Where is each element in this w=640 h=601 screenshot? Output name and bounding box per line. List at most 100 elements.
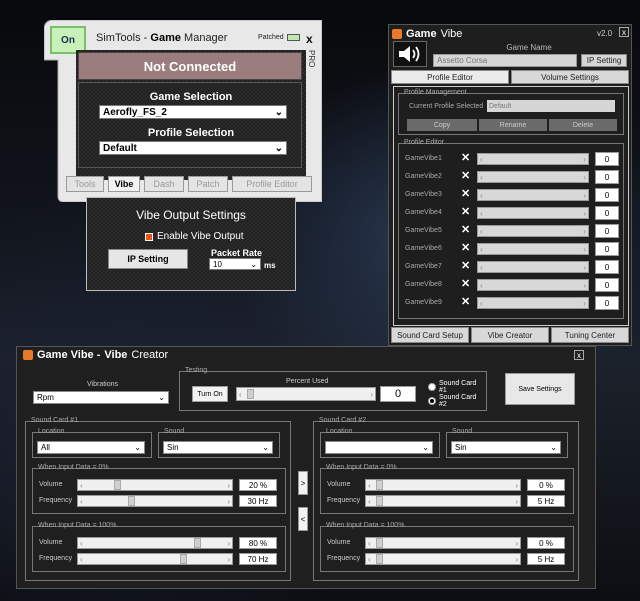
ip-setting-button[interactable]: IP Setting (108, 249, 188, 269)
game-vibe-row-name: GameVibe9 (405, 299, 442, 306)
game-vibe-slider[interactable]: ‹ › (477, 261, 589, 273)
profile-selection-combo[interactable]: Default ⌄ (99, 141, 287, 155)
copy-to-right-button[interactable]: > (298, 471, 308, 495)
tab-tools[interactable]: Tools (66, 176, 104, 192)
volume-0-value: 0 % (527, 479, 565, 491)
tab-vibe[interactable]: Vibe (108, 176, 140, 192)
copy-button[interactable]: Copy (407, 119, 477, 131)
disable-x-icon[interactable]: ✕ (461, 277, 470, 290)
location-combo[interactable]: All ⌄ (37, 441, 145, 454)
slider-thumb[interactable] (376, 480, 383, 490)
vibe-creator-title: Game Vibe - Vibe Creator (23, 349, 168, 361)
percent-used-value: 0 (380, 386, 416, 402)
manager-tab-bar: Tools Vibe Dash Patch Profile Editor (66, 176, 316, 194)
vibrations-combo[interactable]: Rpm ⌄ (33, 391, 169, 404)
game-vibe-row: GameVibe7 ✕ ‹ › 0 (399, 260, 623, 274)
profile-selection-label: Profile Selection (147, 127, 235, 139)
tab-profile-editor[interactable]: Profile Editor (232, 176, 312, 192)
profile-selection-value: Default (103, 142, 137, 154)
packet-rate-label: Packet Rate (211, 248, 263, 258)
turn-on-button[interactable]: Turn On (192, 386, 228, 402)
disable-x-icon[interactable]: ✕ (461, 223, 470, 236)
game-vibe-slider[interactable]: ‹ › (477, 153, 589, 165)
game-vibe-close-button[interactable]: x (619, 27, 629, 37)
location-combo[interactable]: ⌄ (325, 441, 433, 454)
slider-thumb[interactable] (376, 496, 383, 506)
slider-thumb[interactable] (193, 538, 201, 548)
input-0-label: When Input Data = 0% (38, 464, 109, 471)
enable-vibe-output-checkbox[interactable]: Enable Vibe Output (145, 231, 244, 242)
frequency-0-slider[interactable]: ‹ › (77, 495, 233, 507)
chevron-down-icon: ⌄ (250, 259, 257, 269)
game-vibe-slider[interactable]: ‹ › (477, 189, 589, 201)
chevron-left-icon: ‹ (480, 154, 483, 164)
sound-label: Sound (452, 428, 473, 435)
chevron-right-icon: › (227, 538, 230, 548)
frequency-0-slider[interactable]: ‹ › (365, 495, 521, 507)
sound-card-2-group: Sound Card #2 Location ⌄ Sound Sin ⌄ When… (313, 417, 579, 581)
volume-0-value: 20 % (239, 479, 277, 491)
slider-thumb[interactable] (376, 538, 383, 548)
game-vibe-ip-setting-button[interactable]: IP Setting (581, 54, 627, 67)
sound-card-1-radio[interactable]: Sound Card #1 (428, 380, 486, 394)
game-vibe-row-value: 0 (595, 188, 619, 202)
volume-0-slider[interactable]: ‹ › (77, 479, 233, 491)
disable-x-icon[interactable]: ✕ (461, 187, 470, 200)
slider-thumb[interactable] (247, 389, 254, 399)
game-vibe-slider[interactable]: ‹ › (477, 171, 589, 183)
sound-combo[interactable]: Sin ⌄ (451, 441, 561, 454)
tab-dash[interactable]: Dash (144, 176, 184, 192)
game-vibe-slider[interactable]: ‹ › (477, 207, 589, 219)
disable-x-icon[interactable]: ✕ (461, 151, 470, 164)
vibe-creator-close-button[interactable]: x (574, 350, 584, 360)
copy-to-left-button[interactable]: < (298, 507, 308, 531)
game-vibe-slider[interactable]: ‹ › (477, 279, 589, 291)
tab-vibe-creator[interactable]: Vibe Creator (471, 327, 549, 343)
chevron-left-icon: ‹ (480, 280, 483, 290)
input-100-group: When Input Data = 100% Volume ‹ › 80 % F… (32, 522, 286, 572)
game-vibe-slider[interactable]: ‹ › (477, 225, 589, 237)
slider-thumb[interactable] (180, 554, 188, 564)
volume-0-slider[interactable]: ‹ › (365, 479, 521, 491)
packet-rate-combo[interactable]: 10 ⌄ (209, 258, 261, 270)
manager-close-button[interactable]: x (306, 32, 313, 46)
game-selection-combo[interactable]: Aerofly_FS_2 ⌄ (99, 105, 287, 119)
disable-x-icon[interactable]: ✕ (461, 205, 470, 218)
volume-0-label: Volume (39, 481, 63, 488)
disable-x-icon[interactable]: ✕ (461, 259, 470, 272)
tab-tuning-center[interactable]: Tuning Center (551, 327, 629, 343)
location-label: Location (38, 428, 65, 435)
disable-x-icon[interactable]: ✕ (461, 295, 470, 308)
vibrations-value: Rpm (37, 393, 54, 402)
chevron-right-icon: › (583, 154, 586, 164)
disable-x-icon[interactable]: ✕ (461, 241, 470, 254)
frequency-100-slider[interactable]: ‹ › (77, 553, 233, 565)
game-vibe-window: Game Vibe v2.0 x Game Name Assetto Corsa… (388, 24, 632, 346)
disable-x-icon[interactable]: ✕ (461, 169, 470, 182)
chevron-left-icon: ‹ (368, 480, 371, 490)
tab-patch[interactable]: Patch (188, 176, 228, 192)
tab-profile-editor[interactable]: Profile Editor (391, 70, 509, 84)
delete-button[interactable]: Delete (549, 119, 617, 131)
save-settings-button[interactable]: Save Settings (505, 373, 575, 405)
volume-100-label: Volume (39, 539, 63, 546)
volume-100-slider[interactable]: ‹ › (77, 537, 233, 549)
slider-thumb[interactable] (127, 496, 135, 506)
percent-used-slider[interactable]: ‹ › (236, 387, 376, 401)
chevron-right-icon: › (227, 496, 230, 506)
sound-card-2-radio[interactable]: Sound Card #2 (428, 394, 486, 408)
slider-thumb[interactable] (114, 480, 122, 490)
game-vibe-row-name: GameVibe5 (405, 227, 442, 234)
frequency-0-label: Frequency (39, 497, 73, 504)
rename-button[interactable]: Rename (479, 119, 547, 131)
game-vibe-row-value: 0 (595, 224, 619, 238)
slider-thumb[interactable] (376, 554, 383, 564)
game-name-field[interactable]: Assetto Corsa (433, 54, 577, 67)
game-vibe-slider[interactable]: ‹ › (477, 243, 589, 255)
tab-volume-settings[interactable]: Volume Settings (511, 70, 629, 84)
tab-sound-card-setup[interactable]: Sound Card Setup (391, 327, 469, 343)
sound-combo[interactable]: Sin ⌄ (163, 441, 273, 454)
game-vibe-slider[interactable]: ‹ › (477, 297, 589, 309)
frequency-100-slider[interactable]: ‹ › (365, 553, 521, 565)
volume-100-slider[interactable]: ‹ › (365, 537, 521, 549)
